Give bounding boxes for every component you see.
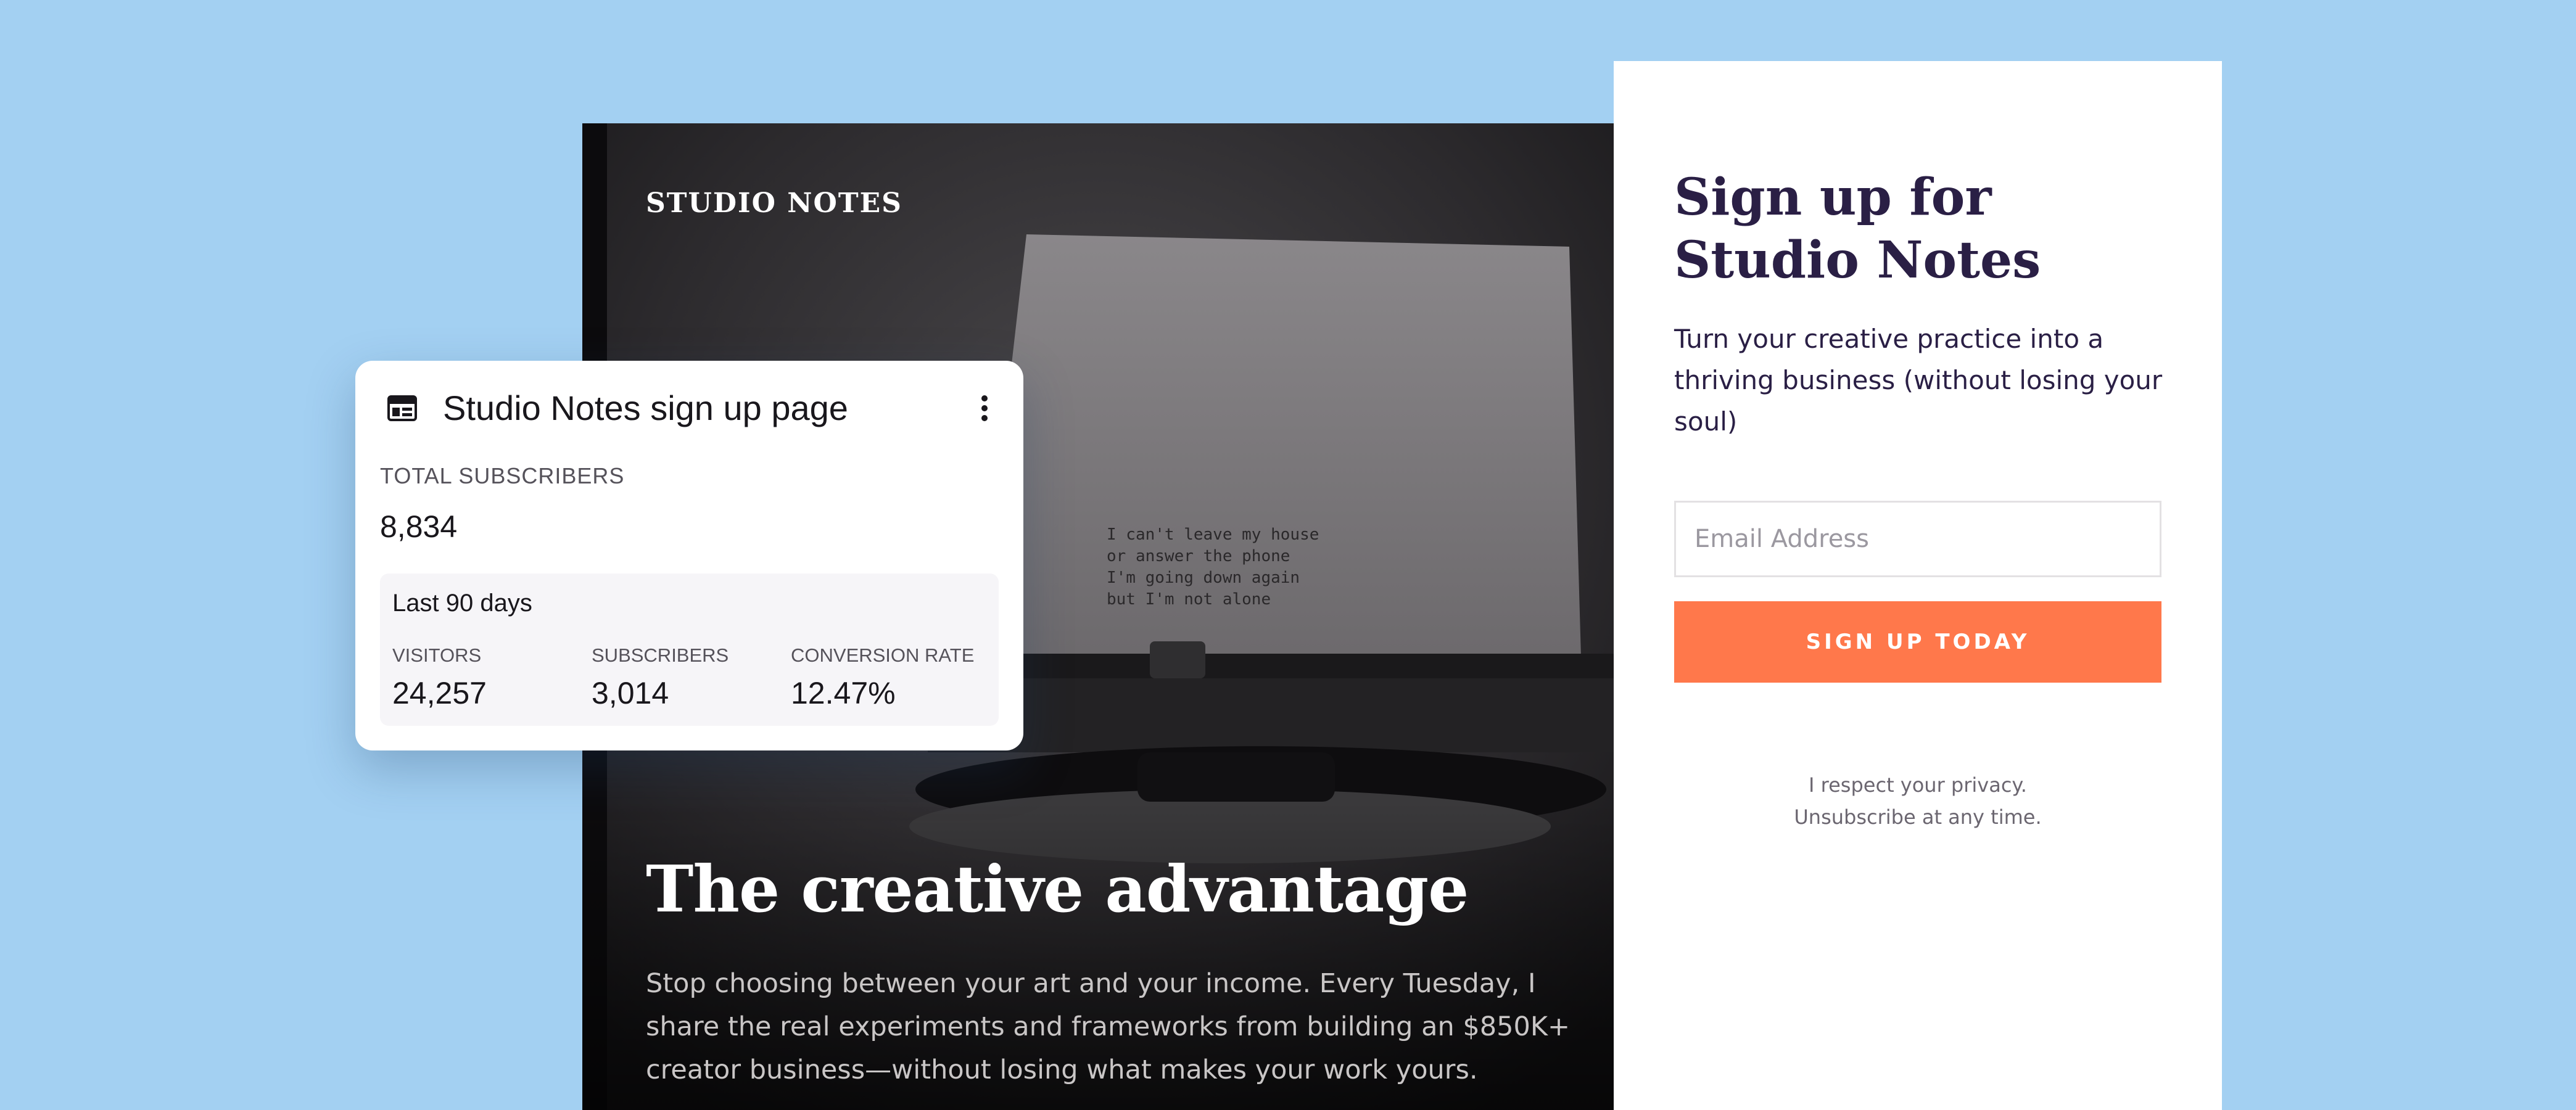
typewriter-line: I'm going down again	[1107, 569, 1300, 587]
total-subscribers-value: 8,834	[380, 509, 458, 544]
total-subscribers-label: TOTAL SUBSCRIBERS	[380, 463, 625, 488]
email-field[interactable]	[1674, 501, 2161, 577]
typewriter-line: or answer the phone	[1107, 547, 1290, 565]
stat-visitors: VISITORS 24,257	[392, 644, 487, 711]
sign-up-button[interactable]: SIGN UP TODAY	[1674, 601, 2161, 683]
widget-title: Studio Notes sign up page	[443, 388, 848, 427]
more-options-icon[interactable]	[972, 393, 997, 424]
signup-description: Turn your creative practice into a thriv…	[1674, 324, 2163, 437]
privacy-line: I respect your privacy.	[1809, 773, 2027, 797]
hero-description: Stop choosing between your art and your …	[646, 968, 1571, 1085]
typewriter-line: I can't leave my house	[1107, 525, 1319, 544]
typewriter-line: but I'm not alone	[1107, 590, 1271, 609]
stat-value: 12.47%	[791, 676, 896, 710]
brand-logo-text: STUDIO NOTES	[646, 187, 902, 219]
stat-label: SUBSCRIBERS	[592, 644, 729, 666]
unsubscribe-line: Unsubscribe at any time.	[1794, 805, 2042, 829]
stat-subscribers: SUBSCRIBERS 3,014	[592, 644, 729, 711]
stat-conversion-rate: CONVERSION RATE 12.47%	[791, 644, 974, 711]
hero-title: The creative advantage	[646, 851, 1469, 927]
analytics-widget[interactable]: Studio Notes sign up page TOTAL SUBSCRIB…	[355, 361, 1023, 750]
period-label: Last 90 days	[392, 590, 532, 617]
stat-value: 3,014	[592, 676, 669, 710]
stat-value: 24,257	[392, 676, 487, 710]
page-layout-icon	[387, 395, 417, 421]
signup-form-card: Sign up for Studio Notes Turn your creat…	[1614, 61, 2222, 1110]
stat-label: VISITORS	[392, 644, 482, 666]
period-stats-panel: Last 90 days VISITORS 24,257 SUBSCRIBERS…	[380, 574, 999, 726]
signup-title: Sign up for Studio Notes	[1674, 168, 2041, 290]
privacy-note: I respect your privacy. Unsubscribe at a…	[1674, 769, 2161, 833]
stat-label: CONVERSION RATE	[791, 644, 975, 666]
canvas: I can't leave my house or answer the pho…	[0, 0, 2576, 1110]
